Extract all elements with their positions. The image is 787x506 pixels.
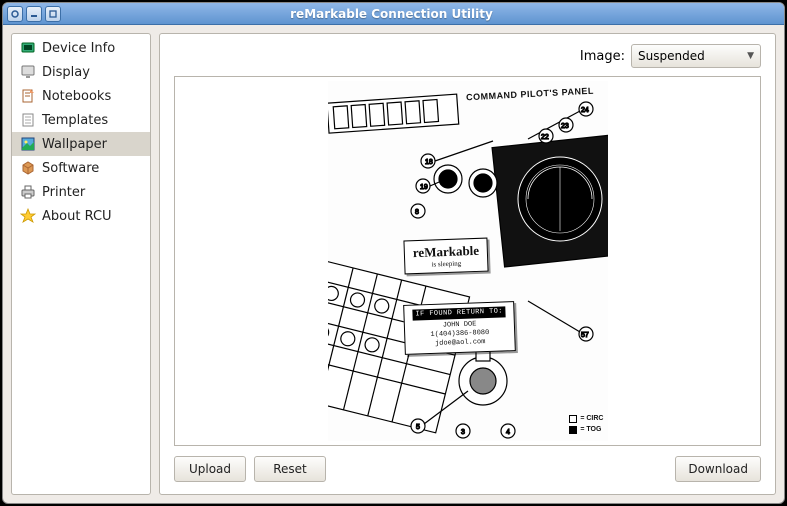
legend-tog: = TOG bbox=[580, 425, 601, 436]
sidebar-item-wallpaper[interactable]: Wallpaper bbox=[12, 132, 150, 156]
svg-text:22: 22 bbox=[541, 134, 549, 141]
sidebar-item-label: Device Info bbox=[42, 41, 115, 56]
preview-found-name: JOHN DOE bbox=[442, 321, 476, 330]
sidebar-item-printer[interactable]: Printer bbox=[12, 180, 150, 204]
download-button[interactable]: Download bbox=[675, 456, 761, 482]
sidebar: Device Info Display Notebooks Templates bbox=[11, 33, 151, 495]
preview-contact-note: IF FOUND RETURN TO: JOHN DOE 1(404)386-8… bbox=[403, 301, 516, 355]
svg-text:5: 5 bbox=[416, 424, 420, 431]
window-title: reMarkable Connection Utility bbox=[61, 7, 722, 21]
svg-text:23: 23 bbox=[561, 123, 569, 130]
sidebar-item-device-info[interactable]: Device Info bbox=[12, 36, 150, 60]
sidebar-item-software[interactable]: Software bbox=[12, 156, 150, 180]
preview-brand: reMarkable bbox=[412, 243, 479, 261]
preview-legend: = CIRC = TOG bbox=[569, 414, 603, 435]
display-icon bbox=[20, 64, 36, 80]
svg-text:19: 19 bbox=[420, 184, 428, 191]
svg-text:24: 24 bbox=[581, 107, 589, 114]
sidebar-item-label: Notebooks bbox=[42, 89, 111, 104]
svg-text:4: 4 bbox=[506, 429, 510, 436]
client-area: Device Info Display Notebooks Templates bbox=[3, 25, 784, 503]
image-dropdown-value: Suspended bbox=[638, 49, 705, 63]
reset-button[interactable]: Reset bbox=[254, 456, 326, 482]
svg-text:3: 3 bbox=[461, 429, 465, 436]
sidebar-item-label: Templates bbox=[42, 113, 108, 128]
sidebar-item-templates[interactable]: Templates bbox=[12, 108, 150, 132]
sidebar-item-label: About RCU bbox=[42, 209, 112, 224]
maximize-button[interactable] bbox=[45, 6, 61, 22]
main-header: Image: Suspended ▼ bbox=[174, 44, 761, 68]
preview-found-header: IF FOUND RETURN TO: bbox=[412, 306, 506, 320]
window-controls bbox=[7, 6, 61, 22]
notebooks-icon bbox=[20, 88, 36, 104]
wallpaper-preview-frame: 18 19 8 24 23 22 bbox=[174, 76, 761, 446]
minimize-button[interactable] bbox=[26, 6, 42, 22]
svg-text:57: 57 bbox=[581, 332, 589, 339]
app-window: reMarkable Connection Utility Device Inf… bbox=[2, 2, 785, 504]
svg-text:8: 8 bbox=[415, 209, 419, 216]
preview-brand-note: reMarkable is sleeping bbox=[403, 238, 488, 275]
about-icon bbox=[20, 208, 36, 224]
sidebar-item-label: Display bbox=[42, 65, 90, 80]
wallpaper-preview: 18 19 8 24 23 22 bbox=[328, 81, 608, 441]
printer-icon bbox=[20, 184, 36, 200]
main-panel: Image: Suspended ▼ bbox=[159, 33, 776, 495]
image-dropdown[interactable]: Suspended ▼ bbox=[631, 44, 761, 68]
chevron-down-icon: ▼ bbox=[747, 51, 754, 61]
sidebar-item-label: Software bbox=[42, 161, 99, 176]
preview-found-email: jdoe@aol.com bbox=[434, 338, 485, 348]
svg-text:18: 18 bbox=[425, 159, 433, 166]
sidebar-item-label: Printer bbox=[42, 185, 85, 200]
upload-button[interactable]: Upload bbox=[174, 456, 246, 482]
sidebar-item-display[interactable]: Display bbox=[12, 60, 150, 84]
window-menu-button[interactable] bbox=[7, 6, 23, 22]
device-info-icon bbox=[20, 40, 36, 56]
footer-buttons: Upload Reset Download bbox=[174, 456, 761, 482]
sidebar-item-label: Wallpaper bbox=[42, 137, 107, 152]
legend-circ: = CIRC bbox=[580, 414, 603, 425]
software-icon bbox=[20, 160, 36, 176]
image-label: Image: bbox=[580, 49, 625, 64]
wallpaper-icon bbox=[20, 136, 36, 152]
templates-icon bbox=[20, 112, 36, 128]
titlebar[interactable]: reMarkable Connection Utility bbox=[3, 3, 784, 25]
sidebar-item-notebooks[interactable]: Notebooks bbox=[12, 84, 150, 108]
sidebar-item-about[interactable]: About RCU bbox=[12, 204, 150, 228]
